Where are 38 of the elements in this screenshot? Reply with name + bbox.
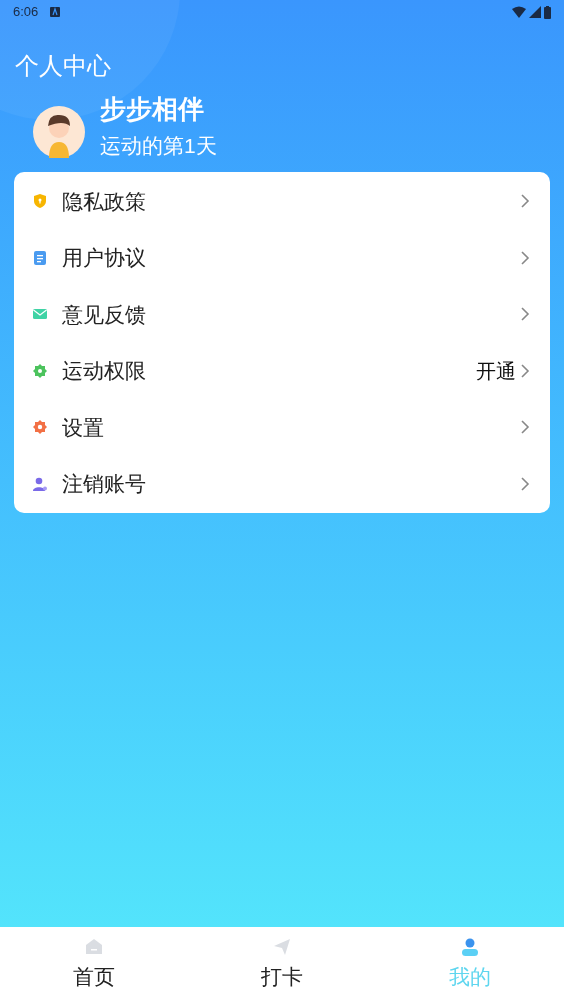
chevron-right-icon	[520, 249, 530, 266]
shield-icon	[32, 193, 48, 210]
home-icon	[84, 937, 104, 957]
chevron-right-icon	[520, 362, 530, 379]
signal-icon	[529, 6, 541, 18]
chevron-right-icon	[520, 419, 530, 436]
menu-label: 意见反馈	[62, 301, 146, 328]
tab[interactable]: 打卡	[188, 927, 376, 1004]
menu-label: 用户协议	[62, 245, 146, 271]
menu-value: 开通	[476, 358, 516, 384]
menu-item[interactable]: 运动权限 开通	[14, 342, 550, 399]
menu-item[interactable]: 意见反馈	[14, 286, 550, 343]
menu-label: 设置	[62, 414, 104, 441]
wifi-icon	[512, 6, 526, 18]
avatar	[33, 106, 85, 158]
user-subtitle: 运动的第1天	[100, 133, 217, 159]
chevron-right-icon	[520, 475, 530, 492]
badge-icon	[32, 362, 48, 379]
page-title: 个人中心	[15, 51, 112, 81]
settings-icon	[32, 419, 48, 436]
chevron-right-icon	[520, 193, 530, 210]
paper-plane-icon	[272, 937, 292, 957]
menu-label: 运动权限	[62, 358, 146, 384]
user-icon	[32, 475, 48, 492]
menu-item[interactable]: 设置	[14, 399, 550, 456]
document-icon	[32, 249, 48, 266]
status-time: 6:06	[13, 3, 39, 22]
battery-icon	[544, 5, 551, 19]
menu-label: 隐私政策	[62, 188, 146, 215]
menu-item[interactable]: 隐私政策	[14, 173, 550, 230]
chevron-right-icon	[520, 306, 530, 323]
user-name: 步步相伴	[100, 93, 205, 126]
tab[interactable]: 首页	[0, 927, 188, 1004]
notification-icon	[50, 7, 61, 17]
menu-label: 注销账号	[62, 471, 146, 497]
menu-item[interactable]: 注销账号	[14, 455, 550, 512]
user-icon	[460, 937, 480, 957]
menu-item[interactable]: 用户协议	[14, 229, 550, 286]
